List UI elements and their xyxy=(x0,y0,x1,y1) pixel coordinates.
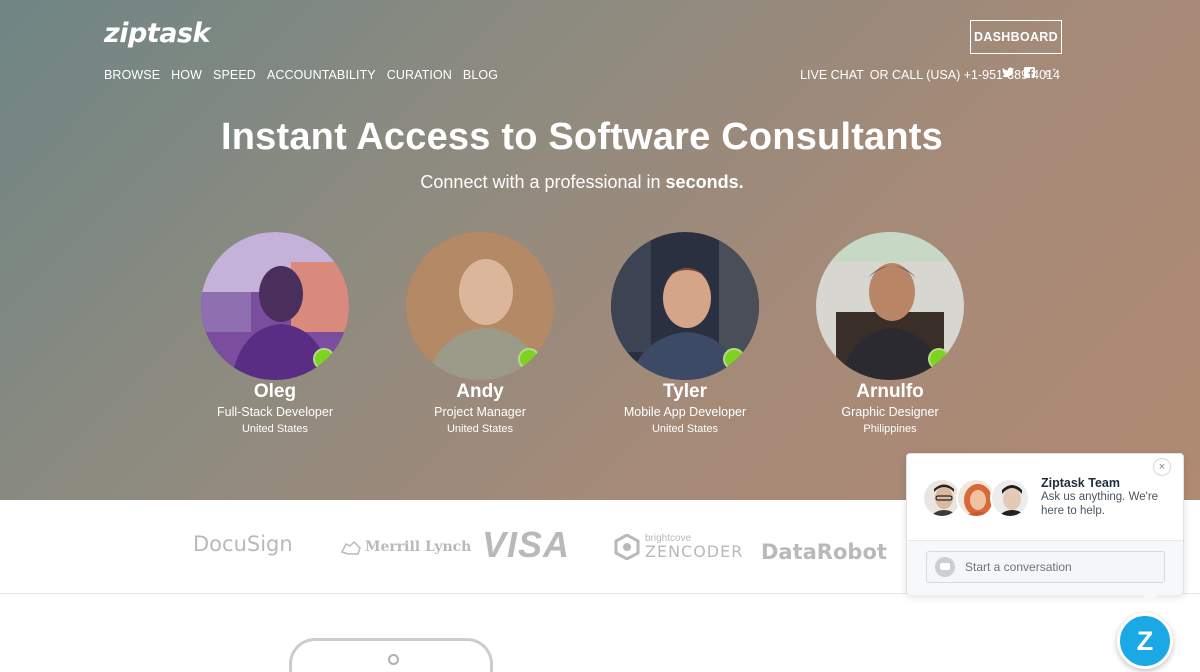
main-nav: BROWSE HOW SPEED ACCOUNTABILITY CURATION… xyxy=(104,68,498,82)
start-conversation-input[interactable]: Start a conversation xyxy=(926,551,1165,583)
consultant-avatar[interactable] xyxy=(406,232,554,380)
consultant-name: Oleg xyxy=(253,381,297,402)
online-status-indicator xyxy=(723,348,745,370)
google-plus-icon[interactable]: g + xyxy=(1045,66,1058,78)
consultant-country: United States xyxy=(446,423,514,435)
live-chat-link[interactable]: LIVE CHAT xyxy=(800,68,864,82)
chat-team-title: Ziptask Team xyxy=(1041,476,1120,490)
visa-logo-text: VISA xyxy=(482,524,571,565)
bull-icon xyxy=(340,540,361,555)
nav-blog[interactable]: BLOG xyxy=(463,68,498,82)
zencoder-hex-icon xyxy=(614,534,640,560)
nav-accountability[interactable]: ACCOUNTABILITY xyxy=(267,68,376,82)
consultant-card-oleg[interactable]: Oleg Full-Stack Developer United States xyxy=(200,232,350,438)
nav-curation[interactable]: CURATION xyxy=(387,68,452,82)
subheadline-bold: seconds. xyxy=(665,172,744,192)
visa-logo: VISA xyxy=(482,524,570,566)
chat-widget: × Ziptask Team Ask us anything. We're he… xyxy=(906,453,1184,595)
docusign-logo-text: DocuSign xyxy=(193,532,293,556)
twitter-icon[interactable] xyxy=(1002,67,1014,78)
headline-rest: to Software Consultants xyxy=(490,116,943,158)
hero-section: ziptask BROWSE HOW SPEED ACCOUNTABILITY … xyxy=(0,0,1200,500)
chat-close-button[interactable]: × xyxy=(1153,458,1171,476)
consultant-avatar[interactable] xyxy=(611,232,759,380)
merrill-lynch-logo-text: Merrill Lynch xyxy=(365,539,472,555)
nav-browse[interactable]: BROWSE xyxy=(104,68,160,82)
nav-how[interactable]: HOW xyxy=(171,68,202,82)
svg-text:+: + xyxy=(1052,67,1057,74)
chat-widget-pointer xyxy=(1142,594,1158,603)
consultant-name: Andy xyxy=(456,381,504,402)
consultant-role: Full-Stack Developer xyxy=(216,405,333,419)
subheadline-text: Connect with a professional in xyxy=(420,172,666,192)
team-avatar xyxy=(990,478,1030,518)
consultant-role: Mobile App Developer xyxy=(623,405,747,419)
phone-illustration xyxy=(289,638,493,672)
online-status-indicator xyxy=(518,348,540,370)
chat-launcher-button[interactable]: Z xyxy=(1117,613,1173,669)
zencoder-text: ZENCODER xyxy=(645,542,744,561)
datarobot-logo: DataRobot xyxy=(761,540,887,564)
consultant-role: Project Manager xyxy=(434,405,526,419)
consultant-country: United States xyxy=(651,423,719,435)
zencoder-logo: brightcove ZENCODER xyxy=(614,534,743,560)
ziptask-logo[interactable]: ziptask xyxy=(104,18,210,49)
consultant-role: Graphic Designer xyxy=(841,405,939,419)
chat-input-area: Start a conversation xyxy=(907,541,1183,595)
merrill-lynch-logo: Merrill Lynch xyxy=(340,536,471,558)
facebook-icon[interactable] xyxy=(1024,66,1035,78)
dashboard-button[interactable]: DASHBOARD xyxy=(970,20,1062,54)
consultant-country: Philippines xyxy=(863,423,917,435)
online-status-indicator xyxy=(928,348,950,370)
chat-team-subtitle: Ask us anything. We're here to help. xyxy=(1041,491,1159,517)
consultant-avatar[interactable] xyxy=(201,232,349,380)
docusign-logo: DocuSign xyxy=(193,532,293,556)
headline-bold: Instant Access xyxy=(220,116,491,158)
consultant-avatar[interactable] xyxy=(816,232,964,380)
consultant-name: Tyler xyxy=(662,381,707,402)
consultant-card-andy[interactable]: Andy Project Manager United States xyxy=(405,232,555,438)
team-avatars xyxy=(922,478,1032,518)
hero-headline: Instant Access to Software Consultants xyxy=(0,116,1164,159)
datarobot-logo-text: DataRobot xyxy=(761,540,887,564)
nav-speed[interactable]: SPEED xyxy=(213,68,256,82)
consultant-name: Arnulfo xyxy=(856,381,924,402)
hero-subheadline: Connect with a professional in seconds. xyxy=(0,172,1164,193)
online-status-indicator xyxy=(313,348,335,370)
consultant-card-tyler[interactable]: Tyler Mobile App Developer United States xyxy=(610,232,760,438)
consultant-country: United States xyxy=(241,423,309,435)
chat-bubble-icon xyxy=(935,557,955,577)
social-links: g + xyxy=(1002,66,1058,78)
phone-camera-dot xyxy=(388,654,399,665)
svg-text:g: g xyxy=(1045,67,1051,78)
start-conversation-placeholder: Start a conversation xyxy=(965,560,1072,574)
consultant-card-arnulfo[interactable]: Arnulfo Graphic Designer Philippines xyxy=(815,232,965,438)
